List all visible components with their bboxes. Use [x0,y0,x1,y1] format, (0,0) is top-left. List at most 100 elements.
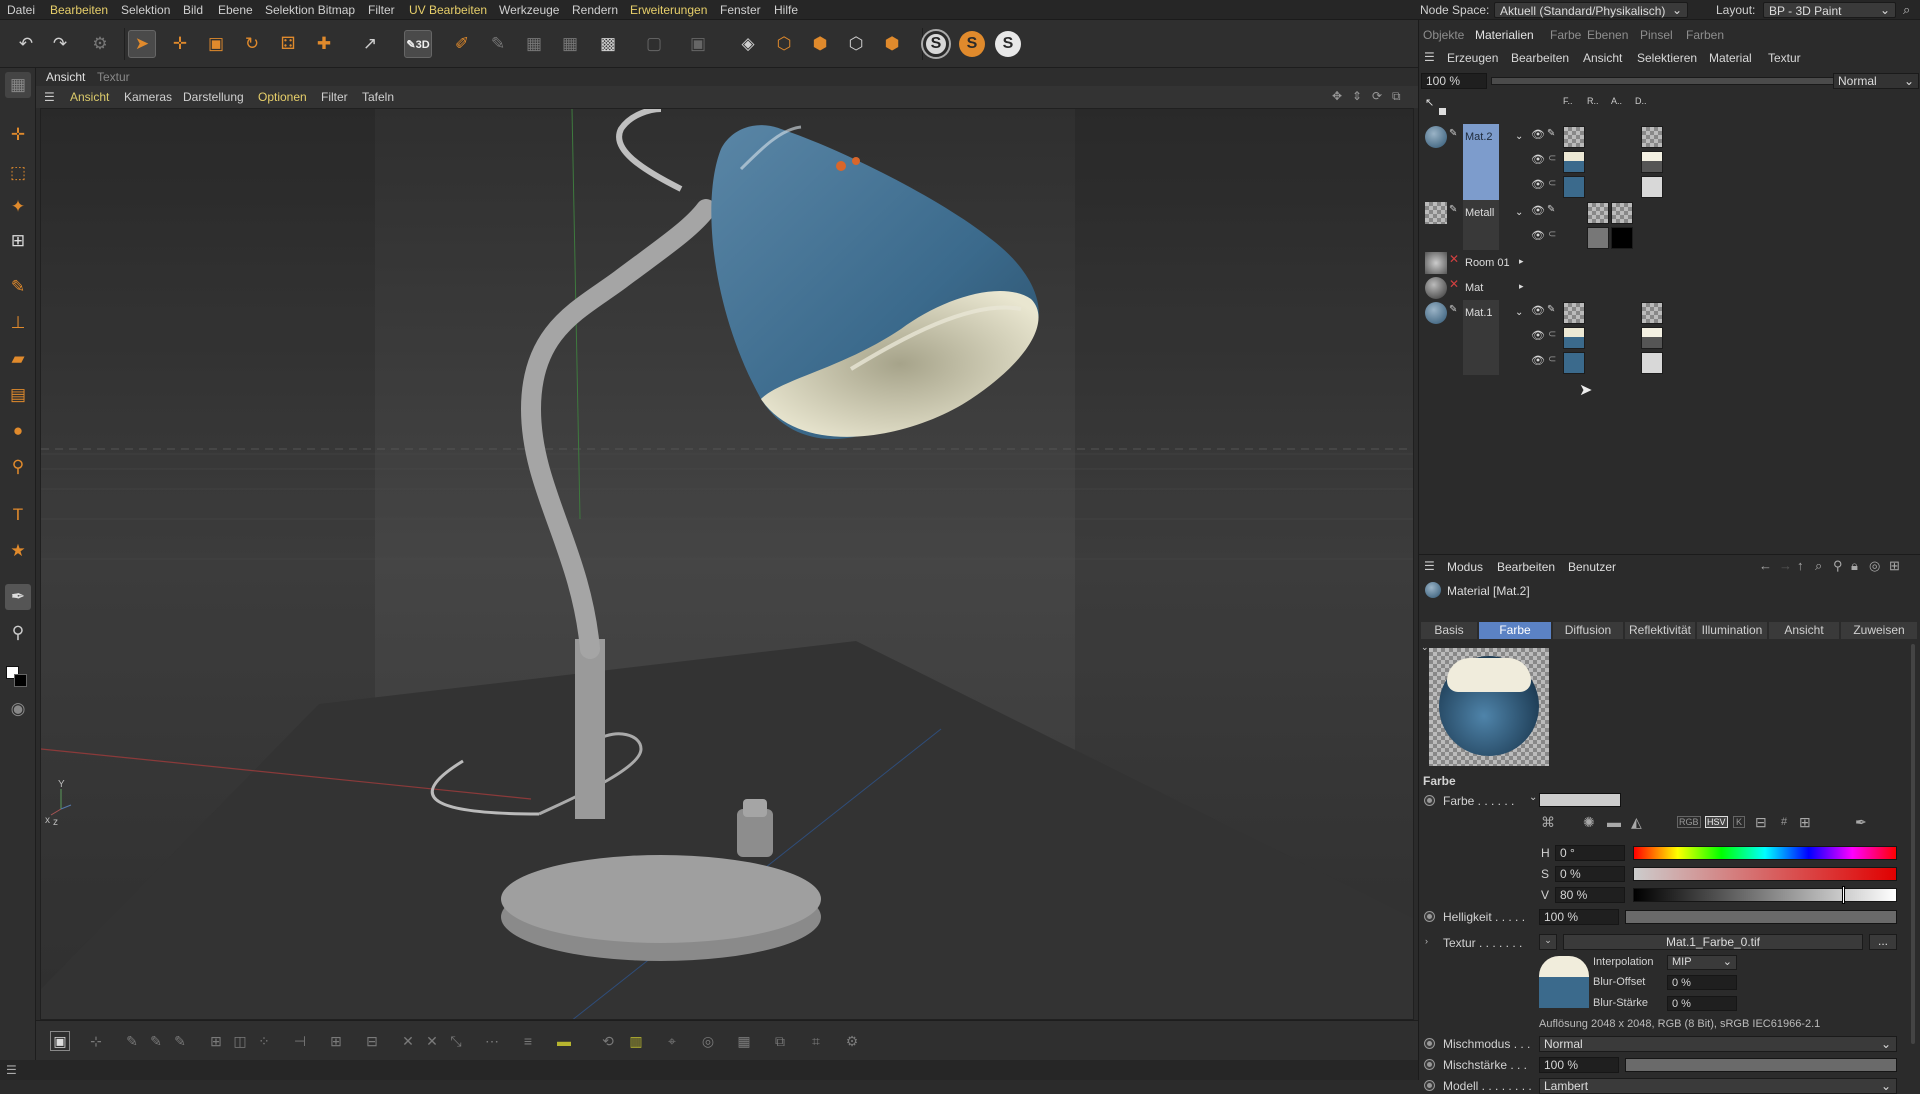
animate-radio[interactable] [1424,1038,1435,1049]
channel-chip[interactable] [1563,176,1585,198]
channel-chip[interactable] [1563,327,1585,349]
hex-button[interactable]: # [1781,816,1787,828]
value-bar[interactable] [1633,888,1897,902]
attr-tab-basis[interactable]: Basis [1421,622,1477,639]
blend-mode-dropdown[interactable]: Normal ⌄ [1833,73,1919,89]
material-name[interactable]: Mat.2 [1465,131,1493,143]
channel-chip[interactable] [1563,126,1585,148]
cube-wire-icon[interactable]: ⬡ [842,30,870,58]
hamburger-icon[interactable]: ☰ [6,1063,17,1077]
measure-icon[interactable]: ⊣ [290,1031,310,1051]
scale-alt-icon[interactable]: ⤡ [446,1031,466,1051]
fit-icon[interactable]: ⧉ [770,1031,790,1051]
material-layer-row[interactable]: 👁 ⊂ [1419,225,1920,250]
tab-materialien[interactable]: Materialien [1475,28,1534,42]
zoom-slider[interactable] [1491,77,1841,85]
menu-uv-bearbeiten[interactable]: UV Bearbeiten [409,3,487,17]
view-icon[interactable]: ▢ [640,30,668,58]
stamp-icon[interactable]: ⊥ [5,310,31,336]
chevron-right-icon[interactable]: ▸ [1519,256,1524,267]
material-name[interactable]: Metall [1465,207,1494,219]
pin-icon[interactable]: ⌖ [662,1031,682,1051]
cube-lit-icon[interactable]: ⬢ [878,30,906,58]
eye-icon[interactable]: 👁 [1531,128,1545,141]
link-icon[interactable]: ⊂ [1548,229,1556,240]
orbit-icon[interactable]: ⟳ [1372,89,1382,103]
snapshot-icon[interactable]: S [923,31,949,57]
eyedropper-icon[interactable]: ✒ [1855,814,1867,831]
lock-icon[interactable]: 🔒︎ [1851,558,1858,574]
view-mode-icon[interactable]: ▦ [5,72,31,98]
material-row-mat1[interactable]: ✎ Mat.1 ⌄ 👁 ✎ [1419,300,1920,325]
eye-icon[interactable]: 👁 [1531,153,1545,166]
cross-alt-icon[interactable]: ✕ [422,1031,442,1051]
rotate-alt-icon[interactable]: ⟲ [598,1031,618,1051]
align-icon[interactable]: ⊟ [362,1031,382,1051]
attr-tab-illumination[interactable]: Illumination [1697,622,1767,639]
magnify-icon[interactable]: ⚲ [5,454,31,480]
color-wheel-icon[interactable]: ✺ [1583,814,1595,831]
render-settings-icon[interactable]: ▩ [594,30,622,58]
tab-farbe[interactable]: Farbe [1550,28,1581,42]
fill-mode-icon[interactable]: ✎ [170,1031,190,1051]
image-picker-icon[interactable]: ◭ [1631,814,1642,831]
rect-select-icon[interactable]: ⬚ [5,160,31,186]
transform-icon[interactable]: ⚃ [274,30,302,58]
eye-icon[interactable]: 👁 [1531,229,1545,242]
material-menu-material[interactable]: Material [1709,51,1752,65]
background-color-swatch[interactable] [14,674,27,687]
viewport-menu-darstellung[interactable]: Darstellung [183,90,244,104]
menu-werkzeuge[interactable]: Werkzeuge [499,3,559,17]
animate-radio[interactable] [1424,1059,1435,1070]
cube-icon[interactable]: ⬡ [770,30,798,58]
swatches-icon[interactable]: ⊞ [1799,814,1811,831]
channel-chip[interactable] [1563,302,1585,324]
menu-datei[interactable]: Datei [7,3,35,17]
viewport-menu-ansicht[interactable]: Ansicht [70,90,109,104]
link-icon[interactable]: ⊂ [1548,153,1556,164]
channel-chip[interactable] [1641,302,1663,324]
cross-icon[interactable]: ✕ [398,1031,418,1051]
brush-icon[interactable]: ✎ [1547,304,1555,315]
menu-bearbeiten[interactable]: Bearbeiten [50,3,108,17]
material-row-room01[interactable]: ✕ Room 01 ▸ [1419,250,1920,275]
3d-viewport[interactable]: Y x z [40,108,1414,1020]
animate-radio[interactable] [1424,911,1435,922]
up-icon[interactable]: ↑ [1797,558,1804,573]
material-layer-row[interactable]: 👁 ⊂ [1419,325,1920,350]
arrow-left-icon[interactable]: ← [1759,558,1772,573]
mixer-icon[interactable]: ⊟ [1755,814,1767,831]
channel-chip[interactable] [1641,151,1663,173]
viewport-menu-kameras[interactable]: Kameras [124,90,172,104]
gradient-icon[interactable]: ▤ [5,382,31,408]
material-row-mat2[interactable]: ✎ Mat.2 ⌄ 👁 ✎ [1419,124,1920,149]
helligkeit-field[interactable]: 100 % [1539,909,1619,925]
settings-alt-icon[interactable]: ⚙ [842,1031,862,1051]
attr-menu-benutzer[interactable]: Benutzer [1568,560,1616,574]
channel-chip[interactable] [1611,227,1633,249]
snap-grid-icon[interactable]: ⊞ [326,1031,346,1051]
channel-chip[interactable] [1641,327,1663,349]
channel-chip[interactable] [1641,126,1663,148]
chevron-down-icon[interactable]: ⌄ [1515,307,1523,318]
collapse-icon[interactable]: ⌄ [1421,642,1429,653]
menu-erweiterungen[interactable]: Erweiterungen [630,3,707,17]
material-name[interactable]: Room 01 [1465,257,1510,269]
channel-chip[interactable] [1563,352,1585,374]
paint-mode-icon[interactable]: ✎ [122,1031,142,1051]
value-bar-handle[interactable] [1842,886,1846,904]
link-icon[interactable]: ⊂ [1548,354,1556,365]
textur-menu-button[interactable]: ⌄ [1539,934,1557,950]
lock-icon[interactable]: ▥ [626,1031,646,1051]
chevron-down-icon[interactable]: ⌄ [1529,792,1537,803]
move-view-icon[interactable]: ⇕ [1352,89,1362,103]
circle-icon[interactable]: ◎ [698,1031,718,1051]
select-cursor-icon[interactable]: ➤ [128,30,156,58]
kelvin-button[interactable]: K [1733,816,1746,828]
menu-hilfe[interactable]: Hilfe [774,3,798,17]
quick-mask-icon[interactable]: ◉ [5,696,31,722]
brush-icon[interactable]: ✎ [5,274,31,300]
layout-dropdown[interactable]: BP - 3D Paint ⌄ [1763,2,1896,18]
paint-3d-icon[interactable]: ✎3D [404,30,432,58]
material-layer-row[interactable]: 👁 ⊂ [1419,149,1920,174]
